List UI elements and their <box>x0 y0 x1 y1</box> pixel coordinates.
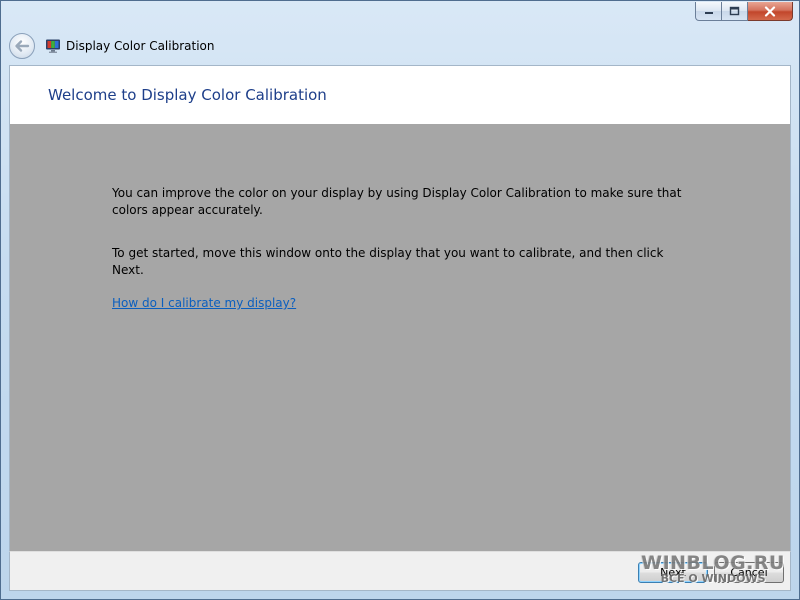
close-icon <box>764 5 776 17</box>
help-link[interactable]: How do I calibrate my display? <box>112 296 296 310</box>
calibration-window: Display Color Calibration Welcome to Dis… <box>0 0 800 600</box>
close-button[interactable] <box>748 2 793 21</box>
display-calibration-icon <box>46 39 60 53</box>
next-button[interactable]: Next <box>638 562 708 583</box>
navigation-bar: Display Color Calibration <box>9 29 791 63</box>
minimize-icon <box>704 12 713 14</box>
restore-icon <box>729 6 740 16</box>
footer-bar: Next Cancel <box>9 551 791 591</box>
page-header: Welcome to Display Color Calibration <box>10 66 790 124</box>
back-button[interactable] <box>9 33 35 59</box>
window-title: Display Color Calibration <box>66 39 215 53</box>
caption-buttons <box>695 2 793 22</box>
back-arrow-icon <box>15 40 30 52</box>
content-area: Welcome to Display Color Calibration You… <box>9 65 791 551</box>
intro-paragraph: You can improve the color on your displa… <box>112 186 682 217</box>
maximize-button[interactable] <box>722 2 748 21</box>
cancel-button[interactable]: Cancel <box>714 562 784 583</box>
instructions-paragraph: To get started, move this window onto th… <box>112 246 664 277</box>
minimize-button[interactable] <box>695 2 722 21</box>
page-title: Welcome to Display Color Calibration <box>48 86 327 104</box>
